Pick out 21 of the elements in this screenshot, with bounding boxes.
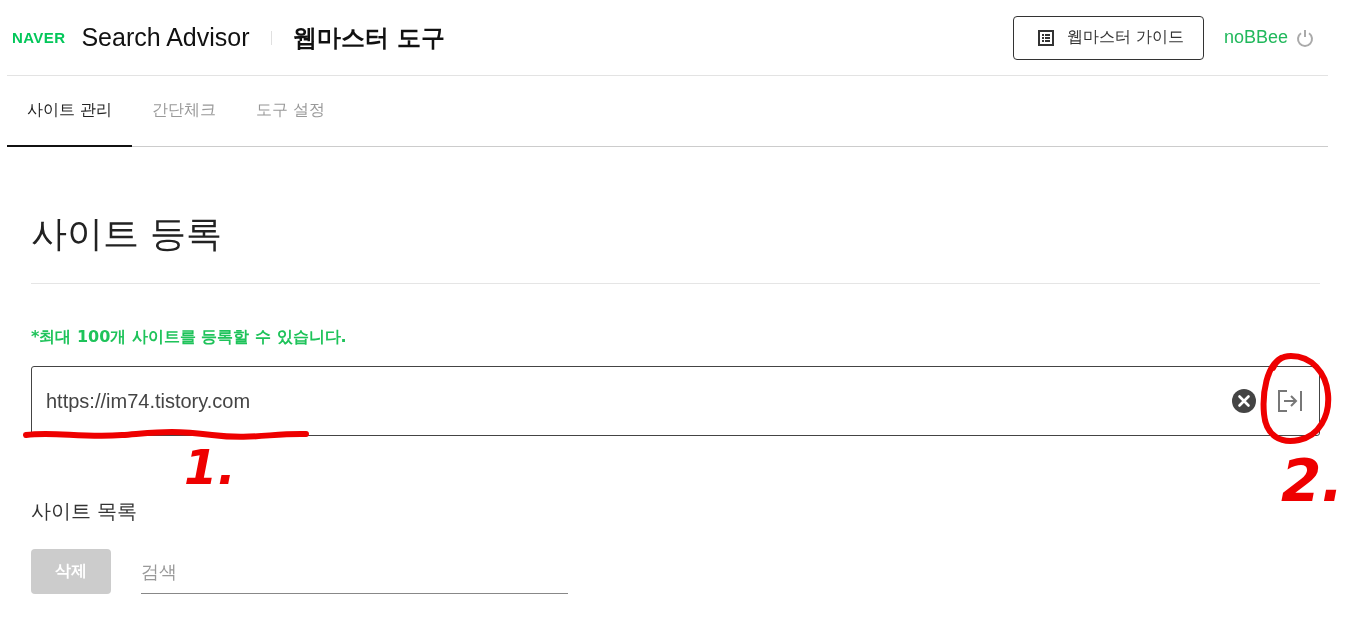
list-icon (1037, 29, 1054, 46)
page-title: 사이트 등록 (31, 147, 1320, 284)
nav-tab[interactable]: 도구 설정 (236, 76, 346, 147)
site-url-field[interactable]: https://im74.tistory.com (31, 366, 1320, 436)
arrow-into-box-icon (1277, 389, 1303, 413)
nav-tab[interactable]: 사이트 관리 (7, 76, 133, 147)
power-icon (1296, 28, 1314, 47)
user-name-link[interactable]: noBBee (1223, 27, 1288, 48)
site-list-heading: 사이트 목록 (31, 498, 138, 525)
logout-button[interactable] (1296, 28, 1314, 47)
annotation-number: 2. (1281, 452, 1344, 510)
product-name: Search Advisor (81, 23, 250, 52)
nav-tab[interactable]: 간단체크 (132, 76, 237, 147)
clear-icon (1232, 389, 1256, 413)
annotation-number: 1. (184, 443, 236, 491)
limit-notice: *최대 100개 사이트를 등록할 수 있습니다. (31, 326, 348, 348)
naver-logo[interactable]: NAVER (12, 29, 66, 46)
tool-title: 웹마스터 도구 (292, 22, 445, 54)
guide-button[interactable]: 웹마스터 가이드 (1012, 15, 1204, 60)
register-button[interactable] (1277, 389, 1303, 413)
clear-button[interactable] (1232, 389, 1256, 413)
